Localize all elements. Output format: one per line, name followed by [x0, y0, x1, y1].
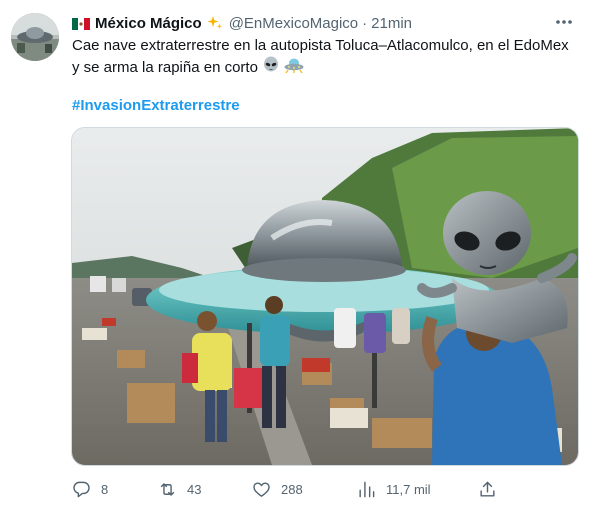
ufo-highway-photo — [72, 128, 578, 465]
tweet[interactable]: México Mágico @EnMexicoMagico · 21min Ca… — [0, 0, 594, 505]
author-handle[interactable]: @EnMexicoMagico — [229, 15, 358, 32]
alien-emoji-icon — [262, 56, 280, 80]
share-button[interactable] — [478, 474, 507, 504]
hashtag-link[interactable]: #InvasionExtraterrestre — [72, 96, 240, 116]
ufo-emoji-icon — [284, 56, 304, 80]
views-button[interactable]: 11,7 mil — [357, 474, 431, 504]
reply-icon — [73, 481, 90, 497]
reply-count: 8 — [101, 481, 109, 497]
tweet-actions: 8 43 288 11,7 mil — [72, 474, 500, 504]
views-count: 11,7 mil — [386, 481, 431, 497]
retweet-button[interactable]: 43 — [158, 474, 201, 504]
avatar[interactable] — [11, 13, 59, 61]
like-icon — [253, 481, 270, 497]
tweet-photo[interactable] — [71, 127, 579, 466]
more-icon[interactable] — [554, 12, 574, 32]
retweet-icon — [160, 482, 175, 496]
author-display-name[interactable]: México Mágico — [95, 15, 202, 32]
avatar-image — [11, 13, 59, 61]
views-icon — [359, 481, 375, 497]
like-count: 288 — [281, 481, 303, 497]
share-icon — [480, 481, 495, 497]
tweet-body: Cae nave extraterrestre en la autopista … — [72, 37, 569, 76]
reply-button[interactable]: 8 — [72, 474, 108, 504]
tweet-header: México Mágico @EnMexicoMagico · 21min — [72, 13, 412, 33]
header-separator: · — [362, 14, 368, 32]
sparkles-icon — [207, 15, 223, 31]
tweet-text: Cae nave extraterrestre en la autopista … — [72, 36, 572, 80]
like-button[interactable]: 288 — [252, 474, 303, 504]
retweet-count: 43 — [187, 481, 202, 497]
tweet-timestamp[interactable]: 21min — [371, 15, 412, 32]
mexico-flag-icon — [72, 17, 90, 30]
